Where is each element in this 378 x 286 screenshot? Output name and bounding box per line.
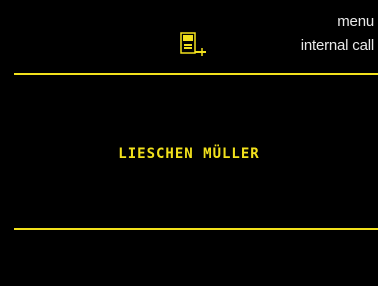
handset-line-icon	[180, 32, 206, 56]
internal-call-softkey[interactable]: internal call	[301, 37, 374, 55]
caller-name: LIESCHEN MÜLLER	[118, 146, 260, 162]
top-divider	[14, 73, 378, 75]
menu-softkey[interactable]: menu	[337, 13, 374, 31]
phone-display: menu internal call LIESCHEN MÜLLER	[0, 0, 378, 286]
bottom-divider	[14, 228, 378, 230]
